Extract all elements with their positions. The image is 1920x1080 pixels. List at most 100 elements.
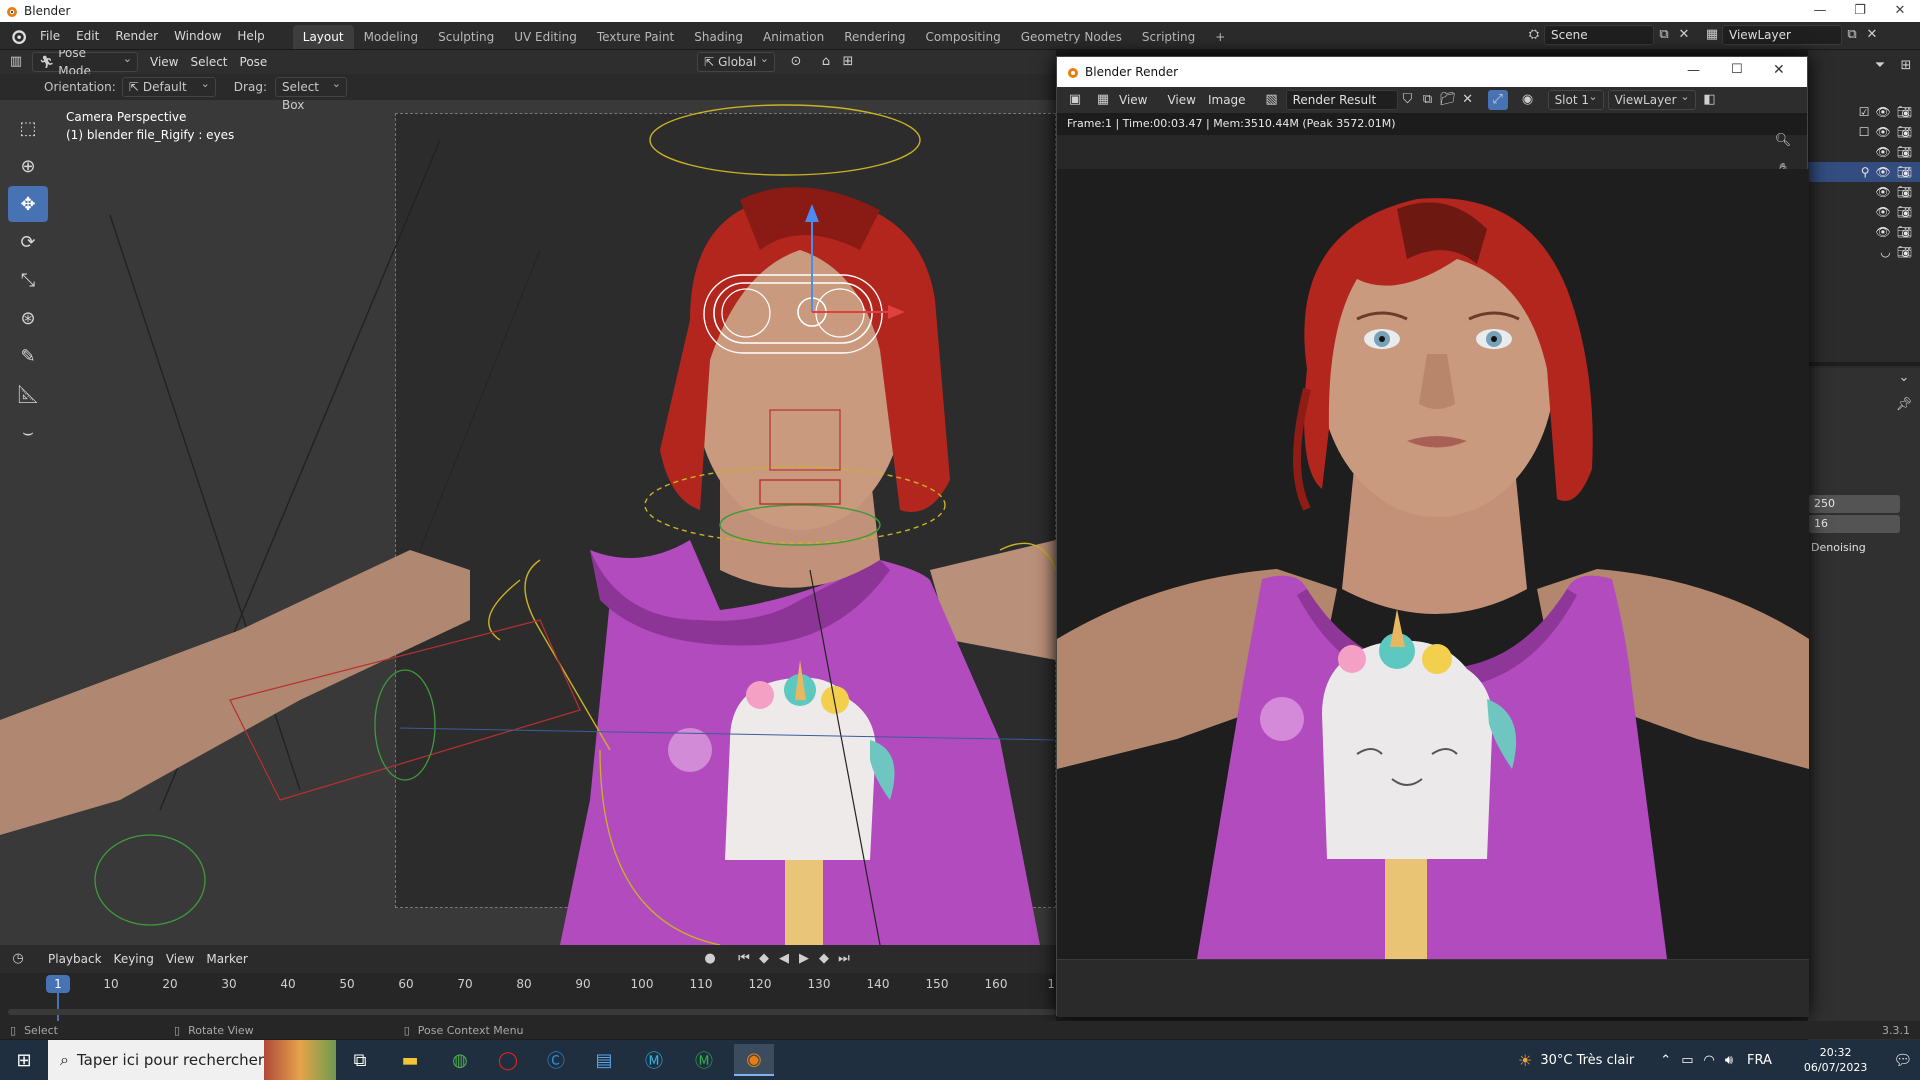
- blender-menu-icon[interactable]: [10, 28, 26, 44]
- file-explorer-icon[interactable]: ▬: [390, 1044, 430, 1076]
- select-box-tool-icon[interactable]: ⬚: [8, 110, 48, 146]
- panel-divider[interactable]: [1808, 362, 1920, 366]
- render-camera-icon[interactable]: 📷︎: [1897, 245, 1912, 259]
- hidden-icon[interactable]: ◡: [1880, 245, 1890, 259]
- chrome-icon[interactable]: ◍: [440, 1044, 480, 1076]
- sample-tool-icon[interactable]: ⤢: [1487, 90, 1508, 110]
- outliner-row[interactable]: 👁︎ 📷︎: [1808, 202, 1920, 222]
- task-view-icon[interactable]: ⧉: [340, 1044, 380, 1076]
- scale-tool-icon[interactable]: ⤡: [8, 262, 48, 298]
- render-menu-image[interactable]: Image: [1202, 89, 1252, 111]
- render-camera-icon[interactable]: 📷︎: [1897, 185, 1912, 199]
- visibility-icon[interactable]: 👁︎: [1876, 225, 1891, 239]
- timeline-menu-view[interactable]: View: [160, 948, 200, 970]
- menu-help[interactable]: Help: [229, 22, 272, 50]
- maximize-button[interactable]: ❐: [1840, 0, 1880, 22]
- tab-scripting[interactable]: Scripting: [1132, 25, 1205, 49]
- visibility-icon[interactable]: 👁︎: [1876, 185, 1891, 199]
- annotate-tool-icon[interactable]: ✎: [8, 338, 48, 374]
- notifications-icon[interactable]: 💬︎: [1893, 1051, 1912, 1069]
- volume-icon[interactable]: 🔊︎: [1725, 1053, 1733, 1068]
- image-editor-type-icon[interactable]: ▣: [1065, 90, 1085, 110]
- image-browse-icon[interactable]: ▧: [1262, 90, 1282, 110]
- layer-dropdown[interactable]: ViewLayer: [1607, 88, 1696, 110]
- 3d-viewport[interactable]: ▥ 🏃︎Pose Mode View Select Pose ⇱Global ⊙…: [0, 50, 1056, 945]
- editor-type-icon[interactable]: ▥: [6, 52, 26, 72]
- image-unlink-icon[interactable]: ✕: [1458, 90, 1478, 110]
- scene-icon[interactable]: ⛭: [1524, 25, 1544, 45]
- weather-text[interactable]: 30°C Très clair: [1540, 1053, 1634, 1068]
- overlay-toggle-icon[interactable]: ◉: [1518, 90, 1538, 110]
- zoom-icon[interactable]: 🔍︎: [1773, 131, 1793, 151]
- tab-rendering[interactable]: Rendering: [834, 25, 915, 49]
- transform-orientation-dropdown[interactable]: ⇱ Global: [697, 50, 775, 72]
- viewport-menu-view[interactable]: View: [144, 51, 184, 73]
- viewport-menu-pose[interactable]: Pose: [234, 51, 274, 73]
- checkbox-icon[interactable]: ☑: [1859, 105, 1870, 119]
- render-menu-view-2[interactable]: View: [1161, 89, 1201, 111]
- viewlayer-icon[interactable]: ▦: [1702, 25, 1722, 45]
- ccleaner-icon[interactable]: Ⓒ: [536, 1044, 576, 1076]
- outliner-row[interactable]: 👁︎ 📷︎: [1808, 142, 1920, 162]
- current-frame-indicator[interactable]: 1: [46, 975, 70, 993]
- cursor-tool-icon[interactable]: ⊕: [8, 148, 48, 184]
- add-workspace-button[interactable]: +: [1205, 25, 1235, 49]
- scene-remove-icon[interactable]: ✕: [1674, 25, 1694, 45]
- denoising-label[interactable]: Denoising: [1811, 541, 1866, 554]
- render-camera-icon[interactable]: 📷︎: [1897, 125, 1912, 139]
- menu-window[interactable]: Window: [166, 22, 229, 50]
- mode-dropdown[interactable]: 🏃︎ Pose Mode: [32, 50, 138, 78]
- play-icon[interactable]: ▶: [794, 949, 814, 969]
- render-camera-icon[interactable]: 📷︎: [1897, 165, 1912, 179]
- timeline-editor-icon[interactable]: ◷: [8, 949, 28, 969]
- tray-device-icon[interactable]: ▭: [1681, 1053, 1693, 1068]
- app-m-blue-icon[interactable]: Ⓜ: [634, 1044, 674, 1076]
- visibility-icon[interactable]: 👁︎: [1876, 145, 1891, 159]
- outliner-row[interactable]: 👁︎ 📷︎: [1808, 222, 1920, 242]
- steps-field[interactable]: 16: [1808, 515, 1900, 533]
- snap-settings-icon[interactable]: ⊞: [838, 52, 858, 72]
- tab-uv-editing[interactable]: UV Editing: [504, 25, 587, 49]
- render-close-button[interactable]: ✕: [1773, 62, 1785, 78]
- properties-dropdown-icon[interactable]: ⌄: [1894, 368, 1914, 388]
- pin-icon[interactable]: 📌︎: [1894, 395, 1914, 415]
- render-camera-icon[interactable]: 📷︎: [1897, 105, 1912, 119]
- tab-animation[interactable]: Animation: [753, 25, 834, 49]
- transform-tool-icon[interactable]: ⊛: [8, 300, 48, 336]
- snap-icon[interactable]: ⌂: [816, 52, 836, 72]
- tab-geometry-nodes[interactable]: Geometry Nodes: [1011, 25, 1132, 49]
- slot-dropdown[interactable]: Slot 1: [1547, 88, 1604, 110]
- orientation-dropdown[interactable]: ⇱ Default: [121, 75, 216, 97]
- blender-taskbar-icon[interactable]: ◉: [734, 1044, 774, 1076]
- display-channels-icon[interactable]: ◧: [1700, 90, 1720, 110]
- prev-keyframe-icon[interactable]: ◆: [754, 949, 774, 969]
- tab-modeling[interactable]: Modeling: [354, 25, 429, 49]
- outliner-row[interactable]: ☐ 👁︎ 📷︎: [1808, 122, 1920, 142]
- checkbox-icon[interactable]: ☐: [1859, 125, 1870, 139]
- scene-field[interactable]: Scene: [1544, 25, 1654, 45]
- tab-compositing[interactable]: Compositing: [915, 25, 1010, 49]
- render-minimize-button[interactable]: —: [1687, 63, 1700, 78]
- menu-file[interactable]: File: [32, 22, 68, 50]
- next-keyframe-icon[interactable]: ◆: [814, 949, 834, 969]
- outliner-row[interactable]: ◡ 📷︎: [1808, 242, 1920, 262]
- render-camera-icon[interactable]: 📷︎: [1897, 145, 1912, 159]
- render-result-image[interactable]: [1057, 169, 1809, 959]
- rotate-tool-icon[interactable]: ⟳: [8, 224, 48, 260]
- new-collection-icon[interactable]: ⊞: [1896, 56, 1916, 76]
- timeline-menu-playback[interactable]: Playback: [42, 948, 108, 970]
- bone-curve-tool-icon[interactable]: ⌣: [8, 414, 48, 450]
- tab-shading[interactable]: Shading: [684, 25, 753, 49]
- visibility-icon[interactable]: 👁︎: [1876, 165, 1891, 179]
- opera-icon[interactable]: ◯: [488, 1044, 528, 1076]
- timeline-area[interactable]: 1 10 20 30 40 50 60 70 80 90 100 110 120 130 140 150 16…: [0, 973, 1063, 1025]
- measure-tool-icon[interactable]: 📐︎: [8, 376, 48, 412]
- image-open-icon[interactable]: 📁︎: [1438, 90, 1458, 110]
- taskbar-search-box[interactable]: ⌕ Taper ici pour rechercher: [48, 1040, 336, 1080]
- app-m-green-icon[interactable]: Ⓜ: [684, 1044, 724, 1076]
- visibility-icon[interactable]: 👁︎: [1876, 125, 1891, 139]
- outliner-row[interactable]: 👁︎ 📷︎: [1808, 182, 1920, 202]
- tab-layout[interactable]: Layout: [292, 24, 354, 49]
- close-button[interactable]: ✕: [1880, 0, 1920, 22]
- visibility-icon[interactable]: 👁︎: [1876, 205, 1891, 219]
